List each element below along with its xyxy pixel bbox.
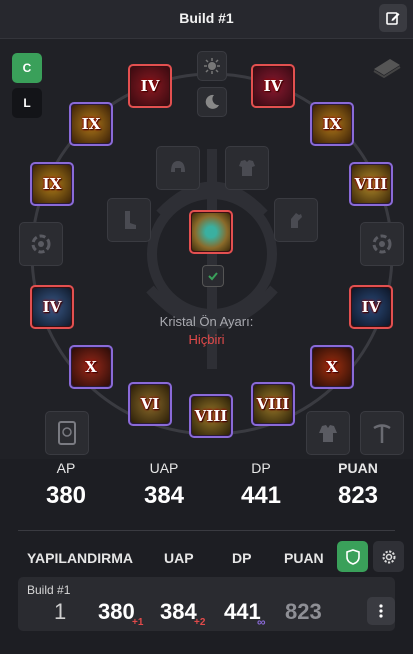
rank-label: IX (42, 175, 62, 193)
stat-value: 823 (337, 482, 379, 509)
shield-button[interactable] (337, 541, 368, 572)
rank-label: IX (322, 115, 342, 133)
build-dp: 441 (224, 599, 261, 624)
slot-belt-right[interactable]: VIII (349, 162, 393, 206)
page-title: Build #1 (179, 10, 234, 26)
gear-icon (382, 550, 395, 563)
slot-costume-empty[interactable] (306, 411, 350, 455)
rank-label: IX (81, 115, 101, 133)
slot-alchemy-stone-left[interactable] (19, 222, 63, 266)
uap-delta: +2 (194, 617, 206, 628)
moon-icon (205, 94, 219, 109)
slot-crystal[interactable] (189, 210, 233, 254)
table-row[interactable]: Build #1 1 380 +1 384 +2 441 ∞ 823 (18, 577, 395, 631)
slot-top-right-artifact[interactable]: IV (251, 64, 295, 108)
slot-bottom-1[interactable]: VI (128, 382, 172, 426)
book-icon (58, 421, 76, 445)
check-icon (208, 272, 218, 281)
row-more-button[interactable] (367, 597, 395, 625)
slot-weapon-left[interactable]: X (69, 345, 113, 389)
crystal-preset-label: Kristal Ön Ayarı: (159, 314, 254, 329)
slot-armor-empty[interactable] (225, 146, 269, 190)
divider (18, 530, 395, 531)
rank-label: IV (263, 77, 283, 95)
alchemy-stone-icon (372, 234, 392, 254)
slot-book-empty[interactable] (45, 411, 89, 455)
crystal-checkbox[interactable] (202, 265, 224, 287)
rank-label: VIII (194, 407, 228, 425)
costume-icon (319, 425, 337, 442)
sun-slot[interactable] (197, 51, 227, 81)
pickaxe-icon (373, 424, 391, 443)
moon-slot[interactable] (197, 87, 227, 117)
ap-delta: +1 (132, 617, 144, 628)
boots-icon (125, 211, 136, 229)
alchemy-stone-icon (31, 234, 51, 254)
shield-icon (345, 548, 360, 565)
armor-icon (239, 160, 255, 176)
slot-top-left-artifact[interactable]: IV (128, 64, 172, 108)
slot-weapon-right[interactable]: X (310, 345, 354, 389)
slot-necklace-left[interactable]: IX (30, 162, 74, 206)
settings-button[interactable] (373, 541, 404, 572)
build-ap: 380 (98, 599, 135, 624)
stat-dp: DP 441 (221, 460, 301, 510)
sun-icon (204, 58, 220, 74)
column-header-uap[interactable]: UAP (164, 550, 194, 566)
stat-uap: UAP 384 (124, 460, 204, 510)
column-header-yapilandirma[interactable]: YAPILANDIRMA (27, 550, 133, 566)
stat-value: 380 (45, 482, 87, 509)
stat-label: DP (251, 460, 271, 476)
slot-pickaxe-empty[interactable] (360, 411, 404, 455)
stat-value: 384 (143, 482, 185, 509)
build-name: Build #1 (27, 583, 71, 597)
column-header-dp[interactable]: DP (232, 550, 251, 566)
mode-l-button[interactable]: L (12, 88, 42, 118)
slot-helmet-empty[interactable] (156, 146, 200, 190)
rank-label: X (85, 358, 97, 376)
tablet-icon[interactable] (372, 55, 402, 84)
rank-label: VIII (354, 175, 388, 193)
stat-label: AP (56, 460, 76, 476)
slot-boots-empty[interactable] (107, 198, 151, 242)
slot-ring-right[interactable]: IX (310, 102, 354, 146)
stat-value: 441 (240, 482, 282, 509)
slot-ring-left[interactable]: IX (69, 102, 113, 146)
slot-gloves-empty[interactable] (274, 198, 318, 242)
rank-label: VI (140, 395, 160, 413)
gloves-icon (291, 213, 302, 228)
edit-button[interactable] (379, 4, 407, 32)
build-uap: 384 (160, 599, 197, 624)
mode-c-button[interactable]: C (12, 53, 42, 83)
stat-label: PUAN (338, 460, 378, 476)
crystal-preset-value[interactable]: Hiçbiri (0, 332, 413, 347)
slot-bottom-3[interactable]: VIII (251, 382, 295, 426)
helmet-icon (171, 161, 185, 172)
build-puan: 823 (285, 599, 322, 624)
header-bar: Build #1 (0, 0, 413, 39)
slot-bottom-2[interactable]: VIII (189, 394, 233, 438)
build-index: 1 (54, 599, 67, 624)
column-header-puan[interactable]: PUAN (284, 550, 324, 566)
rank-label: X (326, 358, 338, 376)
edit-icon (386, 12, 400, 25)
stat-puan: PUAN 823 (318, 460, 398, 510)
stats-summary: AP 380 UAP 384 DP 441 PUAN 823 (0, 460, 413, 530)
dp-mark: ∞ (257, 615, 266, 629)
slot-alchemy-stone-right[interactable] (360, 222, 404, 266)
stat-label: UAP (149, 460, 179, 476)
rank-label: IV (140, 77, 160, 95)
more-vertical-icon (379, 604, 383, 618)
rank-label: VIII (256, 395, 290, 413)
stat-ap: AP 380 (26, 460, 106, 510)
